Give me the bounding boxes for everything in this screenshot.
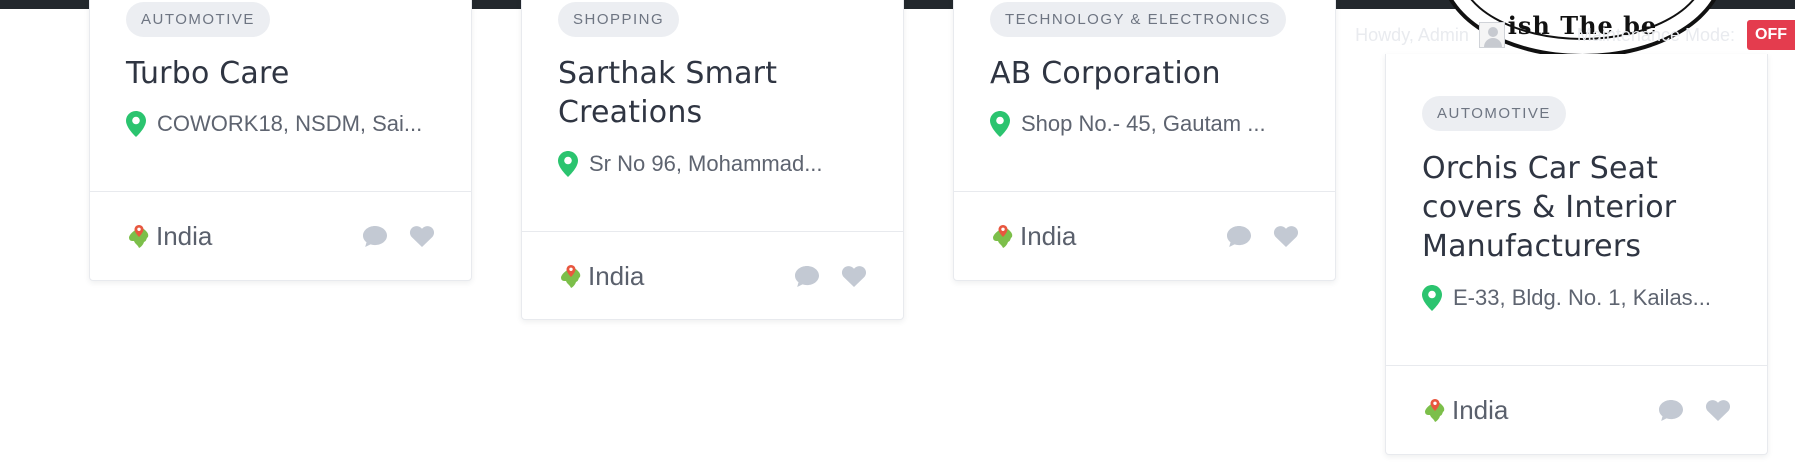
- admin-greeting[interactable]: Howdy, Admin: [1355, 25, 1469, 46]
- category-badge[interactable]: AUTOMOTIVE: [1422, 96, 1566, 131]
- maintenance-mode-toggle[interactable]: OFF: [1747, 20, 1795, 50]
- listing-card[interactable]: AUTOMOTIVE Orchis Car Seat covers & Inte…: [1385, 54, 1768, 455]
- country-map-icon: [561, 265, 581, 288]
- comment-icon[interactable]: [1226, 224, 1252, 248]
- admin-toolbar: Howdy, Admin Maintenance Mode: OFF: [1355, 18, 1795, 52]
- listing-card[interactable]: AUTOMOTIVE Turbo Care COWORK18, NSDM, Sa…: [89, 0, 472, 281]
- listing-country[interactable]: India: [126, 221, 212, 252]
- card-footer: India: [126, 216, 435, 256]
- map-pin-icon: [1422, 285, 1442, 311]
- listing-address: Sr No 96, Mohammad...: [558, 151, 878, 177]
- comment-icon[interactable]: [1658, 398, 1684, 422]
- heart-icon[interactable]: [841, 264, 867, 288]
- avatar-icon[interactable]: [1478, 22, 1505, 48]
- card-divider: [522, 231, 903, 232]
- listing-title[interactable]: Turbo Care: [126, 54, 444, 93]
- map-pin-icon: [990, 111, 1010, 137]
- listing-title[interactable]: Sarthak Smart Creations: [558, 54, 876, 132]
- card-footer: India: [558, 256, 867, 296]
- map-pin-icon: [558, 151, 578, 177]
- listing-address: E-33, Bldg. No. 1, Kailas...: [1422, 285, 1742, 311]
- listing-card[interactable]: SHOPPING Sarthak Smart Creations Sr No 9…: [521, 0, 904, 320]
- card-divider: [1386, 365, 1767, 366]
- heart-icon[interactable]: [409, 224, 435, 248]
- listing-title[interactable]: Orchis Car Seat covers & Interior Manufa…: [1422, 149, 1740, 266]
- heart-icon[interactable]: [1273, 224, 1299, 248]
- country-map-icon: [1425, 399, 1445, 422]
- card-footer: India: [1422, 390, 1731, 430]
- listing-address: COWORK18, NSDM, Sai...: [126, 111, 446, 137]
- category-badge[interactable]: TECHNOLOGY & ELECTRONICS: [990, 2, 1286, 37]
- listing-card[interactable]: TECHNOLOGY & ELECTRONICS AB Corporation …: [953, 0, 1336, 281]
- listing-country[interactable]: India: [558, 261, 644, 292]
- card-footer: India: [990, 216, 1299, 256]
- card-divider: [954, 191, 1335, 192]
- listing-country[interactable]: India: [990, 221, 1076, 252]
- heart-icon[interactable]: [1705, 398, 1731, 422]
- comment-icon[interactable]: [794, 264, 820, 288]
- maintenance-mode-label: Maintenance Mode:: [1576, 24, 1735, 45]
- category-badge[interactable]: AUTOMOTIVE: [126, 2, 270, 37]
- country-map-icon: [993, 225, 1013, 248]
- map-pin-icon: [126, 111, 146, 137]
- country-map-icon: [129, 225, 149, 248]
- comment-icon[interactable]: [362, 224, 388, 248]
- listing-title[interactable]: AB Corporation: [990, 54, 1308, 93]
- listing-country[interactable]: India: [1422, 395, 1508, 426]
- category-badge[interactable]: SHOPPING: [558, 2, 680, 37]
- listing-address: Shop No.- 45, Gautam ...: [990, 111, 1310, 137]
- card-divider: [90, 191, 471, 192]
